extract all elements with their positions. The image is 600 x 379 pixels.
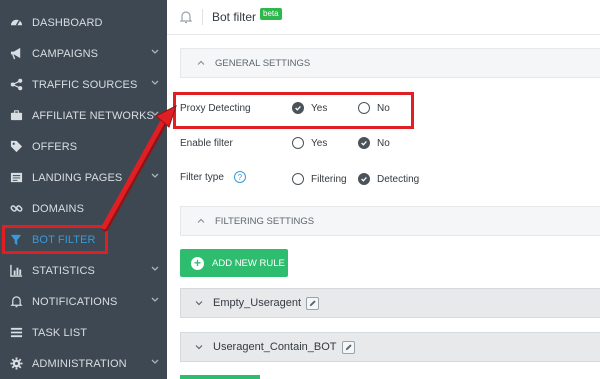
- sidebar-item-affiliate-networks[interactable]: AFFILIATE NETWORKS: [0, 100, 167, 131]
- bar-chart-icon: [9, 264, 23, 278]
- sidebar-item-dashboard[interactable]: DASHBOARD: [0, 7, 167, 38]
- option-label: Yes: [311, 137, 328, 149]
- pencil-icon[interactable]: [306, 296, 320, 310]
- chevron-down-icon[interactable]: [150, 171, 160, 181]
- megaphone-icon: [9, 47, 23, 61]
- sidebar-item-traffic-sources[interactable]: TRAFFIC SOURCES: [0, 69, 167, 100]
- add-new-rule-button[interactable]: + ADD NEW RULE: [180, 249, 288, 277]
- radio-empty-icon[interactable]: [292, 137, 304, 149]
- type-filtering-option[interactable]: Filtering: [292, 173, 347, 185]
- sidebar-item-label: TRAFFIC SOURCES: [32, 78, 138, 91]
- option-label: Detecting: [377, 173, 420, 185]
- help-icon[interactable]: ?: [233, 171, 246, 183]
- sidebar-item-task-list[interactable]: TASK LIST: [0, 317, 167, 348]
- button-label: ADD NEW RULE: [212, 257, 285, 269]
- section-title: FILTERING SETTINGS: [215, 215, 315, 227]
- page-title: Bot filter: [212, 10, 257, 24]
- sidebar-item-label: CAMPAIGNS: [32, 47, 99, 60]
- page-header: Bot filter beta: [167, 0, 600, 35]
- sidebar-item-label: DOMAINS: [32, 202, 85, 215]
- bell-icon[interactable]: [179, 10, 193, 24]
- main-content: GENERAL SETTINGS Proxy Detecting Yes No …: [167, 36, 600, 379]
- pencil-icon[interactable]: [341, 340, 355, 354]
- sidebar: DASHBOARD CAMPAIGNS TRAFFIC SOURCES AFFI…: [0, 0, 167, 379]
- beta-badge: beta: [260, 8, 282, 20]
- share-icon: [9, 78, 23, 92]
- chevron-up-icon: [196, 58, 206, 68]
- sidebar-item-statistics[interactable]: STATISTICS: [0, 255, 167, 286]
- gear-icon: [9, 357, 23, 371]
- sidebar-item-notifications[interactable]: NOTIFICATIONS: [0, 286, 167, 317]
- link-icon: [9, 202, 23, 216]
- option-label: Filtering: [311, 173, 347, 185]
- partial-button[interactable]: [180, 375, 260, 379]
- newspaper-icon: [9, 171, 23, 185]
- type-detecting-option[interactable]: Detecting: [358, 173, 419, 185]
- chevron-down-icon[interactable]: [150, 264, 160, 274]
- chevron-down-icon[interactable]: [150, 109, 160, 119]
- chevron-up-icon: [196, 216, 206, 226]
- chevron-down-icon[interactable]: [150, 357, 160, 367]
- rule-item[interactable]: Useragent_Contain_BOT: [180, 332, 600, 362]
- sidebar-item-offers[interactable]: OFFERS: [0, 131, 167, 162]
- bell-icon: [9, 295, 23, 309]
- enable-no-option[interactable]: No: [358, 137, 390, 149]
- chevron-down-icon[interactable]: [150, 47, 160, 57]
- sidebar-item-label: AFFILIATE NETWORKS: [32, 109, 154, 122]
- chevron-down-icon[interactable]: [150, 295, 160, 305]
- sidebar-item-label: NOTIFICATIONS: [32, 295, 118, 308]
- sidebar-item-domains[interactable]: DOMAINS: [0, 193, 167, 224]
- rule-item[interactable]: Empty_Useragent: [180, 288, 600, 318]
- filter-type-label: Filter type: [180, 171, 224, 183]
- field-label: Filter type ?: [180, 171, 246, 183]
- list-icon: [9, 326, 23, 340]
- field-label: Enable filter: [180, 137, 233, 149]
- sidebar-item-campaigns[interactable]: CAMPAIGNS: [0, 38, 167, 69]
- radio-empty-icon[interactable]: [292, 173, 304, 185]
- general-settings-header[interactable]: GENERAL SETTINGS: [180, 48, 600, 78]
- plus-icon: +: [191, 256, 204, 270]
- enable-yes-option[interactable]: Yes: [292, 137, 327, 149]
- highlight-box-proxy: [173, 92, 414, 129]
- chevron-down-icon: [194, 298, 204, 308]
- rule-name: Empty_Useragent: [213, 297, 302, 309]
- sidebar-item-label: LANDING PAGES: [32, 171, 123, 184]
- sidebar-item-label: DASHBOARD: [32, 16, 103, 29]
- sidebar-item-landing-pages[interactable]: LANDING PAGES: [0, 162, 167, 193]
- sidebar-item-administration[interactable]: ADMINISTRATION: [0, 348, 167, 379]
- sidebar-item-label: OFFERS: [32, 140, 78, 153]
- radio-checked-icon[interactable]: [358, 173, 370, 185]
- rule-name: Useragent_Contain_BOT: [213, 341, 337, 353]
- section-title: GENERAL SETTINGS: [215, 57, 311, 69]
- radio-checked-icon[interactable]: [358, 137, 370, 149]
- filtering-settings-header[interactable]: FILTERING SETTINGS: [180, 206, 600, 236]
- dashboard-icon: [9, 16, 23, 30]
- highlight-box-bot-filter: [2, 225, 108, 254]
- sidebar-item-label: ADMINISTRATION: [32, 357, 127, 370]
- header-divider: [202, 9, 203, 25]
- tag-icon: [9, 140, 23, 154]
- filter-type-row: Filter type ?: [180, 167, 246, 187]
- sidebar-item-label: STATISTICS: [32, 264, 95, 277]
- option-label: No: [377, 137, 390, 149]
- enable-filter-row: Enable filter: [180, 133, 280, 153]
- sidebar-item-label: TASK LIST: [32, 326, 88, 339]
- chevron-down-icon[interactable]: [150, 78, 160, 88]
- briefcase-icon: [9, 109, 23, 123]
- chevron-down-icon: [194, 342, 204, 352]
